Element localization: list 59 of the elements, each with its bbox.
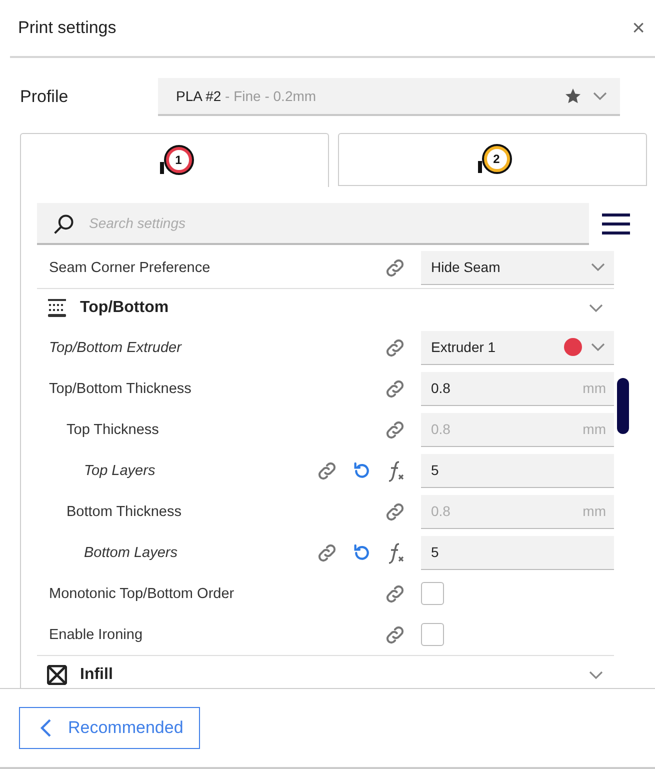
category-header[interactable]: Top/Bottom	[37, 288, 614, 327]
category-title: Infill	[80, 666, 114, 684]
input-field[interactable]: 0.8 mm	[421, 372, 614, 406]
field-value: 0.8	[431, 421, 452, 437]
search-field[interactable]: Search settings	[37, 203, 589, 245]
back-chevron-icon	[40, 718, 52, 738]
close-button[interactable]: ×	[630, 15, 647, 41]
extruder-tab[interactable]: 2	[338, 133, 647, 186]
recommended-button[interactable]: Recommended	[19, 707, 200, 749]
link-icon[interactable]	[316, 542, 338, 564]
link-icon[interactable]	[316, 460, 338, 482]
category-title: Top/Bottom	[80, 299, 170, 317]
checkbox[interactable]	[421, 582, 444, 605]
unit-label: mm	[582, 503, 606, 519]
nozzle-icon	[160, 162, 164, 174]
profile-dropdown[interactable]: PLA #2 - Fine - 0.2mm	[158, 78, 620, 116]
nozzle-icon	[478, 160, 482, 172]
field-value: 5	[431, 544, 440, 560]
setting-label: Seam Corner Preference	[49, 260, 212, 276]
chevron-icon[interactable]	[590, 262, 606, 272]
checkbox[interactable]	[421, 623, 444, 646]
dropdown-field[interactable]: Extruder 1	[421, 330, 614, 364]
setting-label: Bottom Thickness	[66, 504, 182, 520]
unit-label: mm	[582, 380, 606, 396]
setting-label: Top Thickness	[66, 422, 160, 438]
search-icon	[53, 213, 75, 235]
layers-icon	[47, 298, 67, 318]
link-icon[interactable]	[384, 500, 406, 522]
link-icon[interactable]	[384, 582, 406, 604]
setting-label: Enable Ironing	[49, 626, 144, 642]
link-icon[interactable]	[384, 624, 406, 646]
star-icon[interactable]	[564, 87, 582, 105]
unit-label: mm	[582, 421, 606, 437]
dropdown-field[interactable]: Hide Seam	[421, 250, 614, 284]
link-icon[interactable]	[384, 418, 406, 440]
chevron-icon[interactable]	[588, 670, 604, 680]
extruder-tab[interactable]: 1	[20, 133, 329, 187]
link-icon[interactable]	[384, 378, 406, 400]
chevron-icon[interactable]	[592, 91, 608, 101]
dropdown-value: Hide Seam	[431, 259, 502, 275]
field-value: 0.8	[431, 380, 452, 396]
menu-icon[interactable]	[602, 212, 630, 236]
link-icon[interactable]	[384, 336, 406, 358]
link-icon[interactable]	[384, 256, 406, 278]
infill-icon	[47, 665, 67, 685]
setting-label: Monotonic Top/Bottom Order	[49, 586, 236, 602]
field-value: 5	[431, 462, 440, 478]
setting-label: Top/Bottom Extruder	[49, 340, 183, 356]
window-title: Print settings	[18, 18, 116, 38]
setting-label: Top Layers	[84, 462, 156, 478]
setting-label: Bottom Layers	[84, 544, 178, 560]
field-value: 0.8	[431, 503, 452, 519]
category-header[interactable]: Infill	[37, 655, 614, 688]
scrollbar[interactable]	[617, 378, 629, 434]
setting-label: Top/Bottom Thickness	[49, 380, 192, 396]
dropdown-value: Extruder 1	[431, 339, 497, 355]
chevron-icon[interactable]	[588, 303, 604, 313]
chevron-icon[interactable]	[590, 342, 606, 352]
profile-label: Profile	[20, 87, 70, 107]
